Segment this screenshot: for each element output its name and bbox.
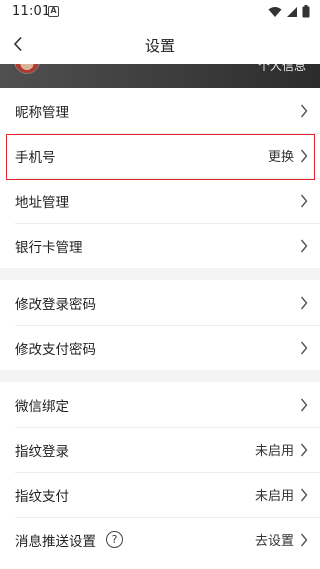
chevron-right-icon [300, 398, 308, 411]
row-bank-card[interactable]: 银行卡管理 [0, 223, 320, 268]
row-label: 地址管理 [15, 194, 69, 211]
section-divider [0, 370, 320, 382]
settings-list: 昵称管理 手机号 更换 地址管理 银行卡管理 修改登录密码 修改支付密码 微信绑… [0, 88, 320, 562]
chevron-right-icon [300, 341, 308, 354]
chevron-right-icon [300, 533, 308, 546]
chevron-right-icon [300, 296, 308, 309]
chevron-right-icon [300, 104, 308, 117]
row-nickname[interactable]: 昵称管理 [0, 88, 320, 133]
profile-header[interactable]: 个人信息 [0, 64, 320, 88]
status-icons [268, 5, 310, 18]
row-fingerprint-login[interactable]: 指纹登录 未启用 [0, 427, 320, 472]
row-address[interactable]: 地址管理 [0, 178, 320, 223]
row-value: 去设置 [254, 534, 294, 549]
help-icon[interactable]: ? [106, 531, 123, 548]
notification-icon: A [48, 6, 59, 17]
row-label: 微信绑定 [15, 398, 69, 415]
chevron-right-icon [300, 149, 308, 162]
status-bar: 11:01 A [0, 0, 320, 24]
row-value: 未启用 [254, 444, 294, 459]
row-label: 手机号 [15, 149, 56, 166]
row-label: 指纹登录 [15, 443, 69, 460]
row-label: 修改支付密码 [15, 341, 96, 358]
status-time: 11:01 [12, 4, 51, 19]
row-fingerprint-pay[interactable]: 指纹支付 未启用 [0, 472, 320, 517]
profile-link[interactable]: 个人信息 [258, 64, 306, 74]
row-value: 更换 [267, 150, 294, 165]
wifi-icon [268, 6, 282, 17]
page-title: 设置 [144, 37, 175, 55]
chevron-right-icon [300, 239, 308, 252]
row-pay-password[interactable]: 修改支付密码 [0, 325, 320, 370]
chevron-right-icon [300, 194, 308, 207]
row-value: 未启用 [254, 489, 294, 504]
nav-bar: 设置 [0, 24, 320, 64]
row-label: 银行卡管理 [15, 239, 83, 256]
chevron-right-icon [300, 443, 308, 456]
row-push-settings[interactable]: 消息推送设置 ? 去设置 [0, 517, 320, 562]
row-wechat-binding[interactable]: 微信绑定 [0, 382, 320, 427]
avatar [14, 64, 40, 74]
section-divider [0, 268, 320, 280]
chevron-right-icon [300, 488, 308, 501]
row-label: 昵称管理 [15, 104, 69, 121]
row-phone[interactable]: 手机号 更换 [0, 133, 320, 178]
battery-icon [302, 5, 310, 18]
row-login-password[interactable]: 修改登录密码 [0, 280, 320, 325]
row-label: 指纹支付 [15, 488, 69, 505]
profile-link-label: 个人信息 [257, 64, 306, 73]
row-label: 修改登录密码 [15, 296, 96, 313]
signal-icon [287, 6, 297, 17]
row-label: 消息推送设置 [15, 533, 96, 550]
